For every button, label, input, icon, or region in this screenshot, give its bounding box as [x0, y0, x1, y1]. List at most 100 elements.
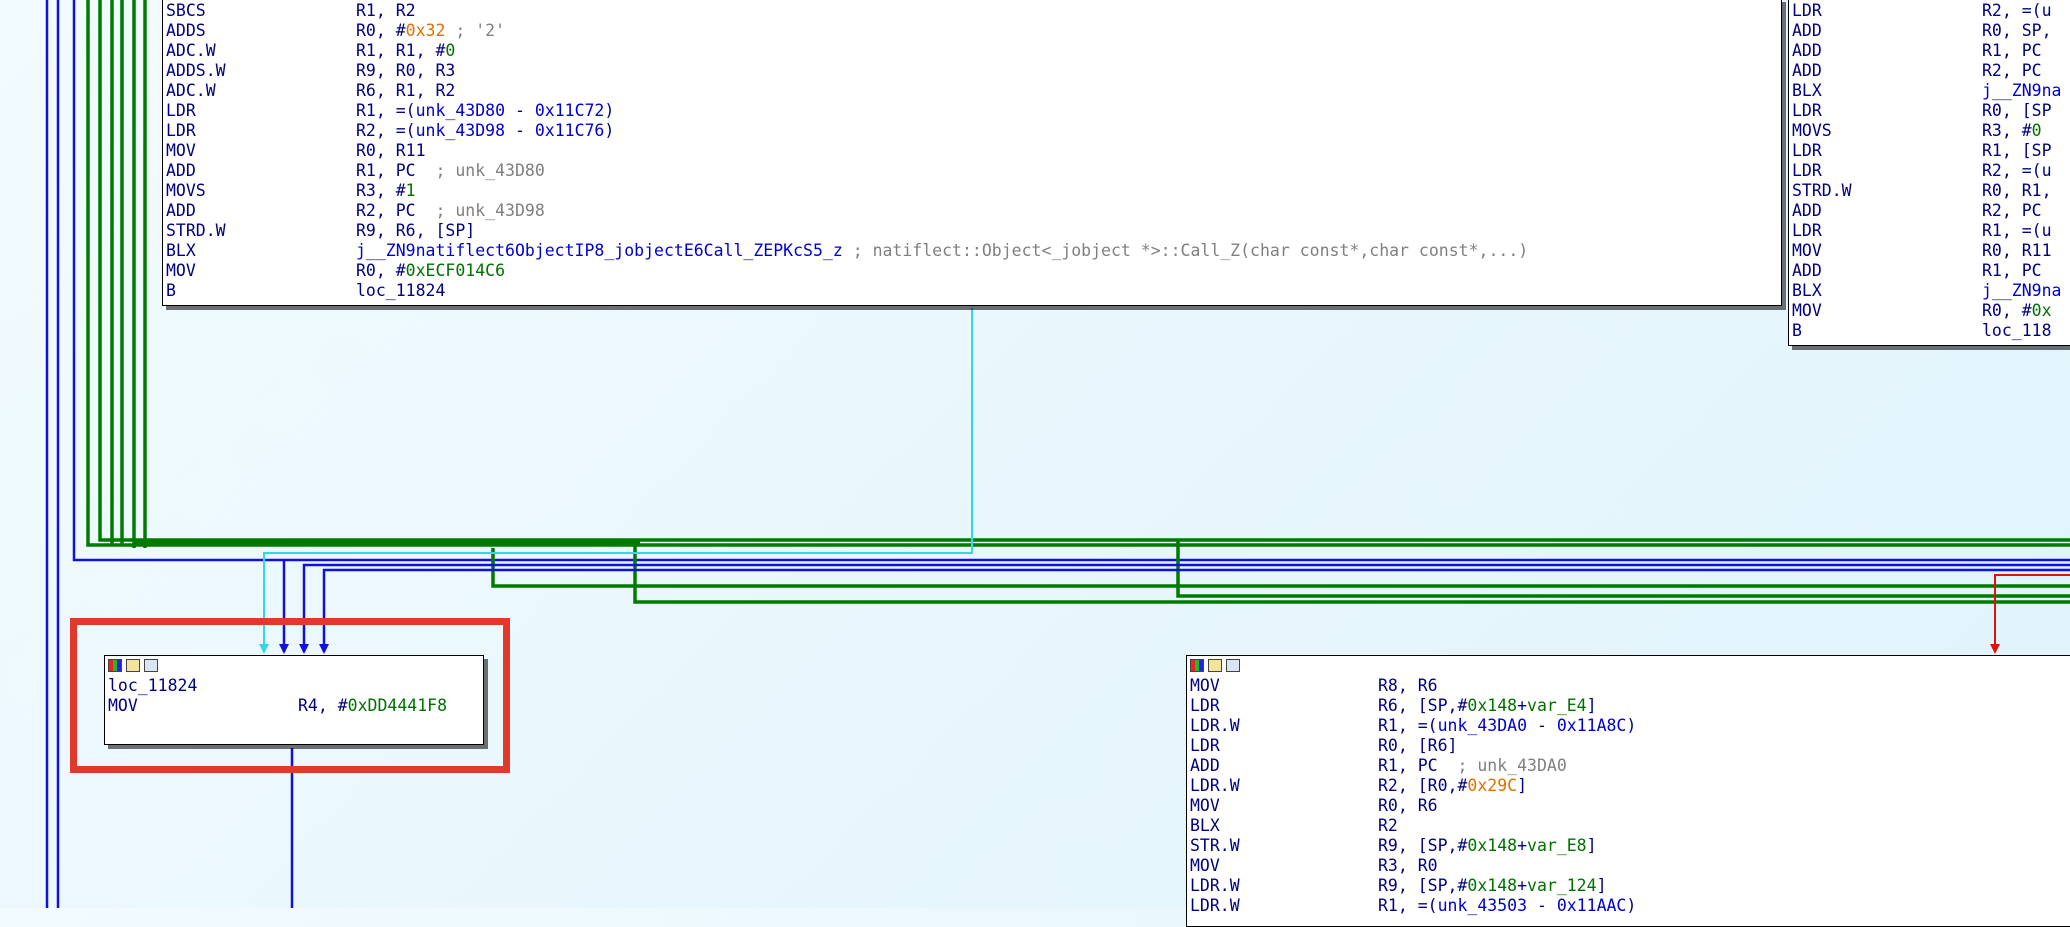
mnemonic: ADC.W [166, 41, 216, 60]
operands: j__ZN9natiflect6ObjectIP8_jobjectE6Call_… [356, 241, 1528, 261]
operand-token[interactable]: 0x11C72 [535, 101, 605, 120]
asm-line[interactable]: BLX R2 [1187, 816, 2070, 836]
operand-token[interactable]: unk_43D98 [416, 121, 505, 140]
asm-line[interactable]: LDR R2, =(u [1789, 161, 2070, 181]
asm-line[interactable]: BLX j__ZN9natiflect6ObjectIP8_jobjectE6Ca… [163, 241, 1781, 261]
operand-token: 0x32 [405, 21, 446, 40]
asm-line[interactable]: MOVS R3, #1 [163, 181, 1781, 201]
asm-line[interactable]: MOV R3, R0 [1187, 856, 2070, 876]
asm-line[interactable]: Bloc_118 [1789, 321, 2070, 341]
operand-token: + [1517, 696, 1528, 715]
operand-token: R1, [SP [1982, 141, 2052, 160]
mnemonic: STRD.W [1792, 181, 1852, 200]
operand-token: R0, # [1982, 301, 2032, 320]
operands: R1, =(unk_43503 - 0x11AAC) [1378, 896, 1636, 916]
operand-token[interactable]: unk_43D80 [416, 101, 505, 120]
operand-token: R1, PC [1982, 41, 2042, 60]
asm-line[interactable]: ADD R2, PC [1789, 201, 2070, 221]
asm-line[interactable]: MOV R0, #0x [1789, 301, 2070, 321]
asm-line[interactable]: ADC.W R6, R1, R2 [163, 81, 1781, 101]
mnemonic: LDR.W [1190, 776, 1240, 795]
asm-line[interactable]: ADD R1, PC [1789, 41, 2070, 61]
operands: R2, PC ; unk_43D98 [356, 201, 545, 221]
asm-line[interactable]: ADD R2, PC ; unk_43D98 [163, 201, 1781, 221]
operand-token[interactable]: j__ZN9na [1982, 81, 2061, 100]
asm-line[interactable]: MOVS R3, #0 [1789, 121, 2070, 141]
color-icon[interactable] [1190, 659, 1204, 672]
operand-token: var_E4 [1527, 696, 1587, 715]
asm-line[interactable]: STRD.W R9, R6, [SP] [163, 221, 1781, 241]
asm-line[interactable]: STR.W R9, [SP,#0x148+var_E8] [1187, 836, 2070, 856]
asm-line[interactable]: BLX j__ZN9na [1789, 81, 2070, 101]
asm-line[interactable]: LDR R6, [SP,#0x148+var_E4] [1187, 696, 2070, 716]
asm-line[interactable]: LDR R2, =(u [1789, 1, 2070, 21]
asm-line[interactable]: LDR.W R1, =(unk_43DA0 - 0x11A8C) [1187, 716, 2070, 736]
operand-token: R1, R1, # [356, 41, 446, 60]
asm-line[interactable]: ADD R0, SP, [1789, 21, 2070, 41]
asm-line[interactable]: LDR.W R9, [SP,#0x148+var_124] [1187, 876, 2070, 896]
asm-line[interactable]: ADC.W R1, R1, #0 [163, 41, 1781, 61]
code-block-top-left[interactable]: SBCS R1, R2 ADDS R0, #0x32 ; '2' ADC.W R1, R1… [162, 0, 1782, 306]
code-lines: MOV R8, R6 LDR R6, [SP,#0x148+var_E4] LDR.W R… [1187, 676, 2070, 916]
operand-token[interactable]: 0x11A8C [1557, 716, 1627, 735]
operand-token: ] [1517, 776, 1528, 795]
asm-line[interactable]: SBCS R1, R2 [163, 1, 1781, 21]
asm-line[interactable]: LDR R2, =(unk_43D98 - 0x11C76) [163, 121, 1781, 141]
asm-line[interactable]: LDR.W R1, =(unk_43503 - 0x11AAC) [1187, 896, 2070, 916]
asm-line[interactable]: LDR R0, [R6] [1187, 736, 2070, 756]
operand-token: R1, PC [1982, 261, 2042, 280]
code-block-top-right[interactable]: LDR R2, =(u ADD R0, SP, ADD R1, PC ADD R2, PC BL… [1788, 0, 2070, 346]
mnemonic: LDR.W [1190, 716, 1240, 735]
asm-line[interactable]: MOV R0, R11 [1789, 241, 2070, 261]
operand-token: R0, # [356, 261, 406, 280]
asm-line[interactable]: Bloc_11824 [163, 281, 1781, 301]
operand-token: R2, PC [1982, 61, 2042, 80]
operand-token: ) [604, 121, 615, 140]
asm-line[interactable]: ADDS R0, #0x32 ; '2' [163, 21, 1781, 41]
asm-line[interactable]: MOV R0, R11 [163, 141, 1781, 161]
asm-line[interactable]: BLX j__ZN9na [1789, 281, 2070, 301]
asm-line[interactable]: ADD R2, PC [1789, 61, 2070, 81]
asm-line[interactable]: LDR R1, [SP [1789, 141, 2070, 161]
asm-line[interactable]: LDR R1, =(unk_43D80 - 0x11C72) [163, 101, 1781, 121]
asm-line[interactable]: STRD.W R0, R1, [1789, 181, 2070, 201]
operands: R2, =(u [1982, 1, 2052, 21]
operands: R0, [SP [1982, 101, 2052, 121]
operand-token[interactable]: 0x11AAC [1557, 896, 1627, 915]
mnemonic: ADDS [166, 21, 206, 40]
operands: R0, R6 [1378, 796, 1438, 816]
operands: R2, [R0,#0x29C] [1378, 776, 1527, 796]
operand-token: + [1517, 876, 1528, 895]
group-icon[interactable] [1226, 659, 1240, 672]
operand-token[interactable]: j__ZN9na [1982, 281, 2061, 300]
mnemonic: LDR [166, 101, 196, 120]
operand-token[interactable]: 0x11C76 [535, 121, 605, 140]
operand-token: R9, [SP,# [1378, 836, 1468, 855]
operand-token: R2, PC [356, 201, 416, 220]
mnemonic: LDR [1190, 736, 1220, 755]
operands: R6, R1, R2 [356, 81, 455, 101]
rename-icon[interactable] [1208, 659, 1222, 672]
mnemonic: STRD.W [166, 221, 226, 240]
asm-line[interactable]: MOV R0, #0xECF014C6 [163, 261, 1781, 281]
mnemonic: MOV [166, 261, 196, 280]
operands: R1, PC [1982, 41, 2042, 61]
asm-line[interactable]: LDR R1, =(u [1789, 221, 2070, 241]
operand-token[interactable]: unk_43503 [1438, 896, 1527, 915]
asm-line[interactable]: ADD R1, PC ; unk_43D80 [163, 161, 1781, 181]
operand-token[interactable]: j__ZN9natiflect6ObjectIP8_jobjectE6Call_… [356, 241, 843, 260]
operands: R8, R6 [1378, 676, 1438, 696]
asm-line[interactable]: MOV R8, R6 [1187, 676, 2070, 696]
asm-line[interactable]: ADD R1, PC ; unk_43DA0 [1187, 756, 2070, 776]
asm-line[interactable]: MOV R0, R6 [1187, 796, 2070, 816]
mnemonic: ADD [1792, 41, 1822, 60]
asm-line[interactable]: LDR R0, [SP [1789, 101, 2070, 121]
code-block-bottom-right[interactable]: MOV R8, R6 LDR R6, [SP,#0x148+var_E4] LDR.W R… [1186, 655, 2070, 927]
asm-line[interactable]: LDR.W R2, [R0,#0x29C] [1187, 776, 2070, 796]
operand-token[interactable]: unk_43DA0 [1438, 716, 1527, 735]
edge-blue-into-3 [322, 568, 2070, 652]
asm-line[interactable]: ADDS.W R9, R0, R3 [163, 61, 1781, 81]
asm-line[interactable]: ADD R1, PC [1789, 261, 2070, 281]
operands: R1, [SP [1982, 141, 2052, 161]
operand-token: ] [1596, 876, 1607, 895]
